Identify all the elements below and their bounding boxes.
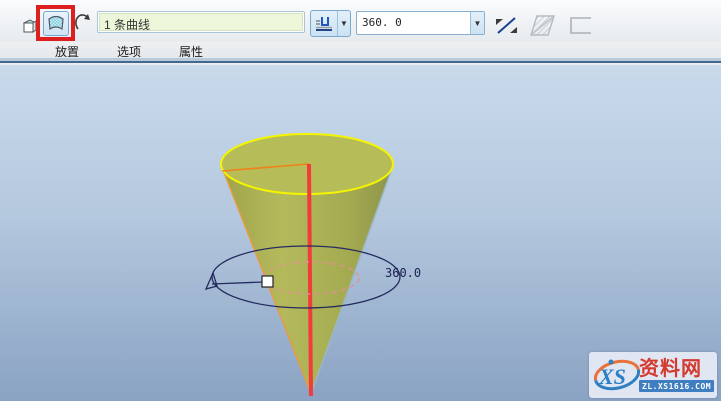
angle-dimension-label[interactable]: 360.0 [385,266,421,280]
angle-value-combo[interactable]: 360. 0 ▼ [356,11,485,35]
tab-options[interactable]: 选项 [117,43,141,60]
revolve-angle-type-icon [315,16,333,32]
flip-direction-button[interactable] [494,15,519,37]
dashboard-tab-row: 放置 选项 属性 [0,42,721,63]
revolve-as-surface-button[interactable] [43,11,69,36]
solid-cube-icon [21,17,37,34]
revolve-axis-line [309,164,311,396]
revolve-axis-curl-icon [74,13,90,32]
watermark-logo: XS [591,354,643,396]
thicken-sketch-button [570,17,592,34]
tab-placement[interactable]: 放置 [55,43,79,60]
handle-leader-line [212,282,263,284]
graphics-area[interactable]: 360.0 XS 资料网 ZL.XS1616.COM [0,65,721,401]
internal-axis-button[interactable] [74,13,90,32]
angle-value-dropdown[interactable]: ▼ [470,12,484,34]
angle-drag-handle[interactable] [262,276,273,287]
xs-logo-icon: XS [591,354,643,396]
sketch-collector-field[interactable]: 1 条曲线 [97,11,305,33]
cone-body[interactable] [223,170,391,392]
remove-material-icon [529,14,556,37]
model-view: 360.0 [0,65,721,401]
surface-icon [47,15,65,32]
watermark-text-block: 资料网 ZL.XS1616.COM [639,358,714,392]
watermark: XS 资料网 ZL.XS1616.COM [589,352,717,398]
rotation-arrow-icon [206,273,217,289]
revolve-toolbar: 1 条曲线 ▼ 360. 0 ▼ [0,0,721,42]
watermark-site-url: ZL.XS1616.COM [639,380,714,392]
svg-text:XS: XS [598,364,626,389]
sketch-collector-value: 1 条曲线 [99,13,303,31]
angle-type-dropdown[interactable]: ▼ [337,11,350,36]
remove-material-button [529,14,556,37]
tab-properties[interactable]: 属性 [179,43,203,60]
angle-value-input[interactable]: 360. 0 [357,12,470,34]
thicken-sketch-icon [570,17,592,34]
chevron-down-icon: ▼ [474,19,482,28]
watermark-site-name: 资料网 [639,358,714,380]
chevron-down-icon: ▼ [340,19,348,28]
angle-type-button[interactable]: ▼ [310,10,351,37]
revolve-as-solid-button[interactable] [21,17,37,34]
flip-direction-icon [494,15,519,37]
revolve-dashboard-window: 1 条曲线 ▼ 360. 0 ▼ [0,0,721,401]
angle-type-current[interactable] [311,11,337,36]
